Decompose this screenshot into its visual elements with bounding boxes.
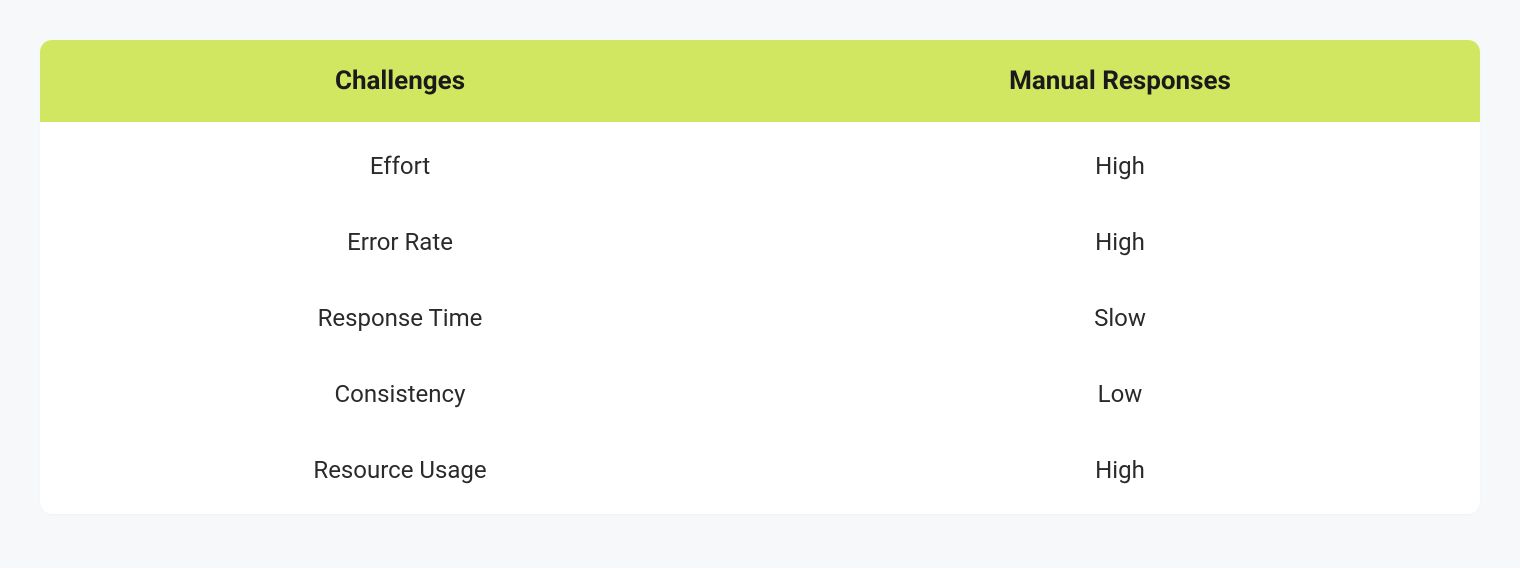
- table-row: Response Time Slow: [40, 280, 1480, 356]
- header-challenges: Challenges: [40, 40, 760, 122]
- table-row: Resource Usage High: [40, 432, 1480, 514]
- table-body: Effort High Error Rate High Response Tim…: [40, 122, 1480, 514]
- response-cell: Low: [760, 356, 1480, 432]
- table-row: Error Rate High: [40, 204, 1480, 280]
- challenge-cell: Error Rate: [40, 204, 760, 280]
- response-cell: High: [760, 204, 1480, 280]
- response-cell: High: [760, 432, 1480, 514]
- table-row: Consistency Low: [40, 356, 1480, 432]
- challenge-cell: Effort: [40, 122, 760, 204]
- header-manual-responses: Manual Responses: [760, 40, 1480, 122]
- comparison-table: Challenges Manual Responses Effort High …: [40, 40, 1480, 514]
- challenge-cell: Consistency: [40, 356, 760, 432]
- response-cell: High: [760, 122, 1480, 204]
- response-cell: Slow: [760, 280, 1480, 356]
- table-header-row: Challenges Manual Responses: [40, 40, 1480, 122]
- challenge-cell: Resource Usage: [40, 432, 760, 514]
- comparison-table-container: Challenges Manual Responses Effort High …: [40, 40, 1480, 514]
- table-header: Challenges Manual Responses: [40, 40, 1480, 122]
- challenge-cell: Response Time: [40, 280, 760, 356]
- table-row: Effort High: [40, 122, 1480, 204]
